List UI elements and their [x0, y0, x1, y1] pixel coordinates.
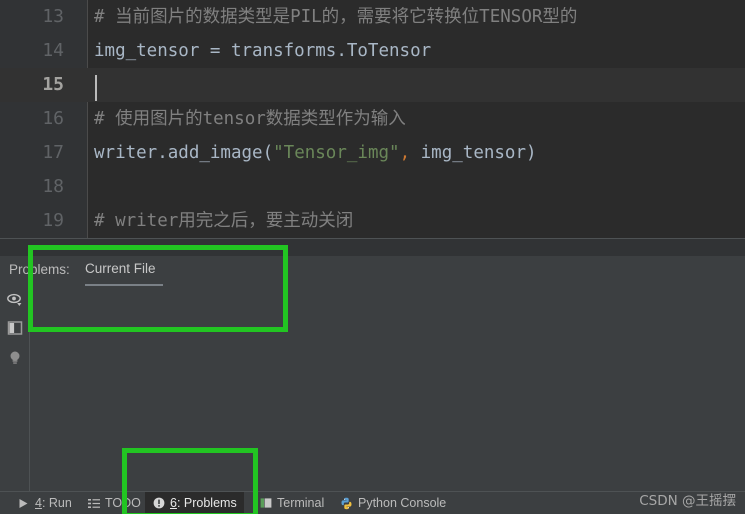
- terminal-icon: [259, 497, 272, 510]
- problems-tool-window: Problems: Current File: [0, 239, 745, 491]
- statusbar-item-run[interactable]: 4: Run: [10, 492, 79, 514]
- statusbar-item-text: Python Console: [358, 496, 447, 510]
- statusbar-item-todo[interactable]: TODO: [80, 492, 148, 514]
- code-token-comment: # 使用图片的tensor数据类型作为输入: [94, 109, 406, 129]
- code-editor[interactable]: 13 # 当前图片的数据类型是PIL的，需要将它转换位TENSOR型的 14 img_…: [0, 0, 745, 239]
- code-line[interactable]: 18: [0, 170, 745, 204]
- line-number: 17: [42, 142, 64, 163]
- statusbar-item-text: : Run: [41, 496, 72, 510]
- code-line[interactable]: 13 # 当前图片的数据类型是PIL的，需要将它转换位TENSOR型的: [0, 0, 745, 34]
- statusbar-item-problems[interactable]: 6: Problems: [145, 492, 244, 514]
- lightbulb-icon[interactable]: [6, 349, 24, 367]
- pycharm-ide-window: 13 # 当前图片的数据类型是PIL的，需要将它转换位TENSOR型的 14 img_…: [0, 0, 745, 514]
- statusbar-item-terminal[interactable]: Terminal: [252, 492, 331, 514]
- problems-panel-sidebar: [0, 286, 30, 491]
- problems-label: Problems:: [9, 262, 70, 277]
- statusbar-item-label: TODO: [105, 496, 141, 510]
- statusbar-item-python-console[interactable]: Python Console: [333, 492, 453, 514]
- code-line-text: img_tensor = transforms.ToTensor: [94, 34, 431, 68]
- statusbar-item-mnemonic: 6: [170, 496, 177, 510]
- play-icon: [17, 497, 30, 510]
- line-number: 14: [42, 40, 64, 61]
- code-token-punct: ,: [399, 143, 411, 163]
- line-number: 15: [42, 74, 64, 95]
- code-line-text: writer.add_image("Tensor_img", img_tenso…: [94, 136, 537, 170]
- statusbar-item-text: Terminal: [277, 496, 325, 510]
- statusbar-item-label: 4: Run: [35, 496, 72, 510]
- error-circle-icon: [152, 497, 165, 510]
- statusbar-item-label: 6: Problems: [170, 496, 237, 510]
- code-token-plain: writer.add_image(: [94, 143, 274, 163]
- code-line[interactable]: 15: [0, 68, 745, 102]
- split-view-icon[interactable]: [6, 319, 24, 337]
- code-line[interactable]: 19 # writer用完之后，要主动关闭: [0, 204, 745, 238]
- statusbar-item-text: TODO: [105, 496, 141, 510]
- code-line[interactable]: 17 writer.add_image("Tensor_img", img_ten…: [0, 136, 745, 170]
- statusbar-item-label: Terminal: [277, 496, 324, 510]
- code-line-text: # writer用完之后，要主动关闭: [94, 204, 353, 238]
- code-token-plain: img_tensor = transforms.ToTensor: [94, 41, 432, 61]
- statusbar-item-text: : Problems: [176, 496, 237, 510]
- csdn-watermark: CSDN @王摇摆: [639, 493, 736, 509]
- code-line[interactable]: 16 # 使用图片的tensor数据类型作为输入: [0, 102, 745, 136]
- problems-list-content[interactable]: [31, 286, 745, 491]
- problems-panel-header: Problems: Current File: [0, 256, 745, 287]
- python-icon: [340, 497, 353, 510]
- code-token-string: "Tensor_img": [273, 143, 400, 163]
- code-token-plain: img_tensor): [410, 143, 537, 163]
- list-icon: [87, 497, 100, 510]
- tab-current-file[interactable]: Current File: [85, 261, 156, 282]
- line-number: 18: [42, 176, 64, 197]
- editor-code-rows[interactable]: 13 # 当前图片的数据类型是PIL的，需要将它转换位TENSOR型的 14 img_…: [0, 0, 745, 238]
- code-line-text: # 使用图片的tensor数据类型作为输入: [94, 102, 406, 136]
- code-line-text: # 当前图片的数据类型是PIL的，需要将它转换位TENSOR型的: [94, 0, 577, 34]
- code-token-comment: # 当前图片的数据类型是PIL的，需要将它转换位TENSOR型的: [94, 7, 578, 27]
- statusbar-item-label: Python Console: [358, 496, 446, 510]
- line-number: 19: [42, 210, 64, 231]
- text-caret: [95, 75, 97, 101]
- panel-top-strip: [0, 239, 745, 256]
- line-number: 13: [42, 6, 64, 27]
- code-token-comment: # writer用完之后，要主动关闭: [94, 211, 354, 231]
- line-number: 16: [42, 108, 64, 129]
- eye-with-dropdown-icon[interactable]: [6, 292, 24, 310]
- bottom-tool-window-bar: 4: Run TODO 6: Problems Terminal Python Cons…: [0, 491, 745, 514]
- statusbar-item-mnemonic: 4: [35, 496, 42, 510]
- code-line[interactable]: 14 img_tensor = transforms.ToTensor: [0, 34, 745, 68]
